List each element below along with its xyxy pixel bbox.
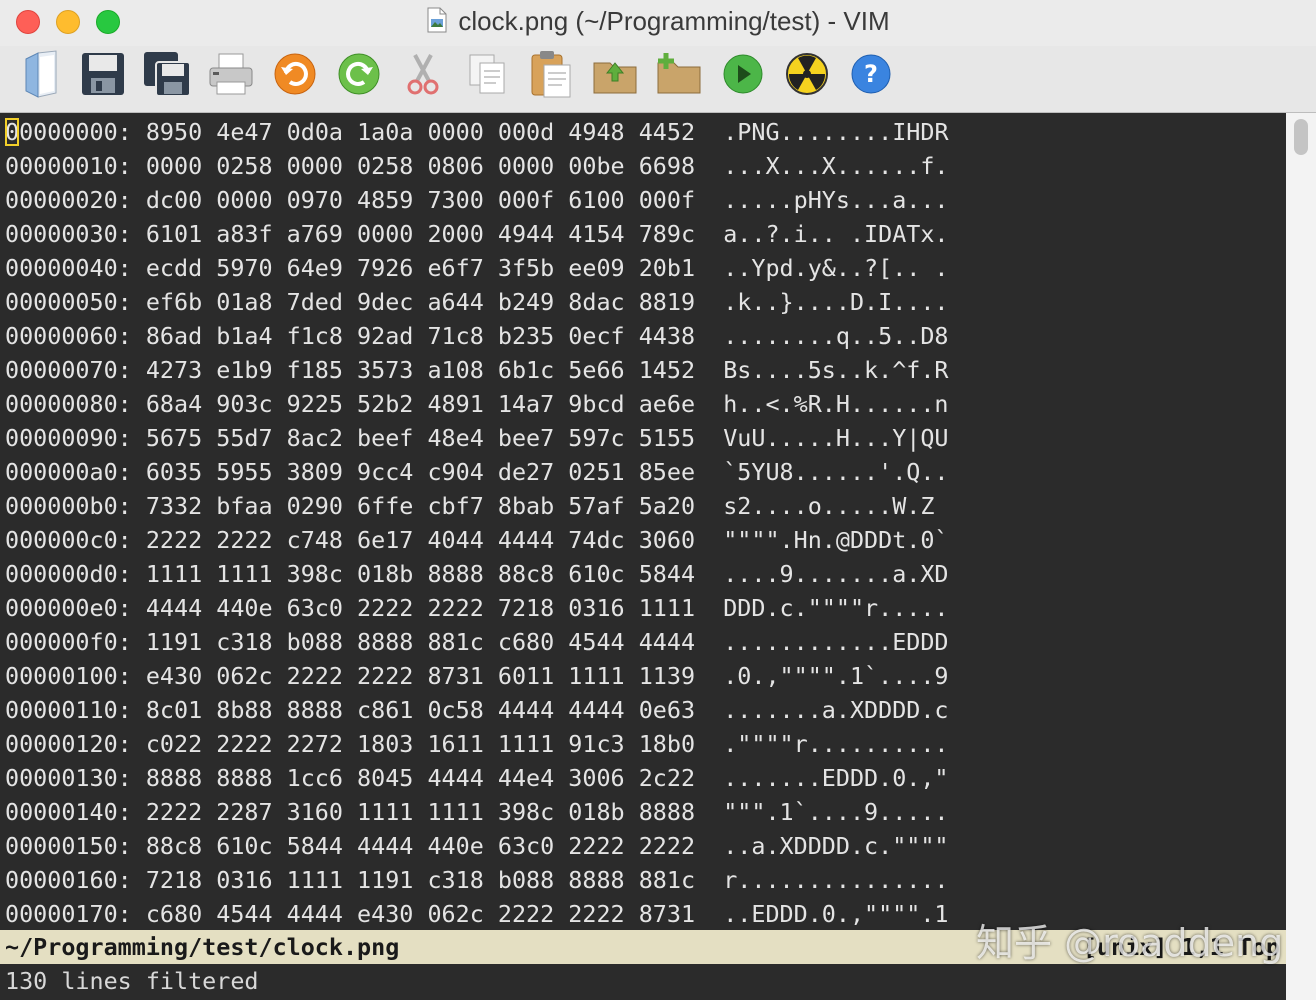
vertical-scrollbar[interactable] <box>1286 113 1316 1000</box>
save-all-button[interactable] <box>141 48 193 100</box>
status-filename: ~/Programming/test/clock.png <box>5 933 400 961</box>
hex-line[interactable]: 00000110: 8c01 8b88 8888 c861 0c58 4444 … <box>5 693 949 727</box>
paste-icon <box>531 51 571 98</box>
watermark: 知乎 @roaddeng <box>976 921 1284 965</box>
save-session-icon <box>657 53 701 94</box>
redo-button[interactable] <box>333 48 385 100</box>
hex-line[interactable]: 00000040: ecdd 5970 64e9 7926 e6f7 3f5b … <box>5 251 949 285</box>
hex-line[interactable]: 00000130: 8888 8888 1cc6 8045 4444 44e4 … <box>5 761 949 795</box>
command-message: 130 lines filtered <box>5 967 259 995</box>
hex-line[interactable]: 00000150: 88c8 610c 5844 4444 440e 63c0 … <box>5 829 949 863</box>
hex-line[interactable]: 00000100: e430 062c 2222 2222 8731 6011 … <box>5 659 949 693</box>
hex-line[interactable]: 00000120: c022 2222 2272 1803 1611 1111 … <box>5 727 949 761</box>
paste-button[interactable] <box>525 48 577 100</box>
hex-line[interactable]: 00000140: 2222 2287 3160 1111 1111 398c … <box>5 795 949 829</box>
copy-button[interactable] <box>461 48 513 100</box>
text-cursor: 0 <box>5 118 20 146</box>
save-icon <box>82 53 124 95</box>
hex-line[interactable]: 000000c0: 2222 2222 c748 6e17 4044 4444 … <box>5 523 949 557</box>
hex-line[interactable]: 00000080: 68a4 903c 9225 52b2 4891 14a7 … <box>5 387 949 421</box>
hex-line[interactable]: 00000000: 8950 4e47 0d0a 1a0a 0000 000d … <box>5 115 949 149</box>
hex-line[interactable]: 00000020: dc00 0000 0970 4859 7300 000f … <box>5 183 949 217</box>
hex-line[interactable]: 00000160: 7218 0316 1111 1191 c318 b088 … <box>5 863 949 897</box>
load-session-icon <box>593 62 637 94</box>
scrollbar-thumb[interactable] <box>1294 119 1308 155</box>
toolbar: ? <box>0 46 1316 113</box>
redo-icon <box>338 53 380 95</box>
hex-line[interactable]: 000000f0: 1191 c318 b088 8888 881c c680 … <box>5 625 949 659</box>
command-line[interactable]: 130 lines filtered <box>0 964 1286 1000</box>
hex-line[interactable]: 00000070: 4273 e1b9 f185 3573 a108 6b1c … <box>5 353 949 387</box>
window-title-wrap: clock.png (~/Programming/test) - VIM <box>0 6 1316 40</box>
hex-line-rest: 0000000: 8950 4e47 0d0a 1a0a 0000 000d 4… <box>19 118 949 146</box>
hex-line[interactable]: 000000a0: 6035 5955 3809 9cc4 c904 de27 … <box>5 455 949 489</box>
undo-icon <box>274 53 316 95</box>
editor-buffer[interactable]: 00000000: 8950 4e47 0d0a 1a0a 0000 000d … <box>0 113 1286 930</box>
hex-line[interactable]: 00000060: 86ad b1a4 f1c8 92ad 71c8 b235 … <box>5 319 949 353</box>
hex-line[interactable]: 00000010: 0000 0258 0000 0258 0806 0000 … <box>5 149 949 183</box>
cut-button[interactable] <box>397 48 449 100</box>
hex-line[interactable]: 000000d0: 1111 1111 398c 018b 8888 88c8 … <box>5 557 949 591</box>
help-icon: ? <box>851 54 891 94</box>
print-button[interactable] <box>205 48 257 100</box>
copy-icon <box>469 54 505 94</box>
hex-line[interactable]: 00000090: 5675 55d7 8ac2 beef 48e4 bee7 … <box>5 421 949 455</box>
run-icon <box>723 54 763 94</box>
save-session-button[interactable] <box>653 48 705 100</box>
help-button[interactable]: ? <box>845 48 897 100</box>
open-file-button[interactable] <box>16 48 68 100</box>
save-all-icon <box>144 52 191 97</box>
vim-window: clock.png (~/Programming/test) - VIM ? 0… <box>0 0 1316 1000</box>
svg-text:?: ? <box>864 60 878 88</box>
save-button[interactable] <box>77 48 129 100</box>
load-session-button[interactable] <box>589 48 641 100</box>
hex-line[interactable]: 000000e0: 4444 440e 63c0 2222 2222 7218 … <box>5 591 949 625</box>
hex-line[interactable]: 00000050: ef6b 01a8 7ded 9dec a644 b249 … <box>5 285 949 319</box>
open-file-icon <box>25 50 57 98</box>
hex-line[interactable]: 00000030: 6101 a83f a769 0000 2000 4944 … <box>5 217 949 251</box>
window-title: clock.png (~/Programming/test) - VIM <box>458 6 890 36</box>
cut-icon <box>407 54 439 95</box>
title-bar: clock.png (~/Programming/test) - VIM <box>0 0 1316 46</box>
hex-line[interactable]: 000000b0: 7332 bfaa 0290 6ffe cbf7 8bab … <box>5 489 949 523</box>
hex-line[interactable]: 00000170: c680 4544 4444 e430 062c 2222 … <box>5 897 949 930</box>
make-icon <box>786 53 828 95</box>
make-button[interactable] <box>781 48 833 100</box>
undo-button[interactable] <box>269 48 321 100</box>
run-button[interactable] <box>717 48 769 100</box>
print-icon <box>209 53 253 95</box>
document-proxy-icon[interactable] <box>426 7 448 40</box>
